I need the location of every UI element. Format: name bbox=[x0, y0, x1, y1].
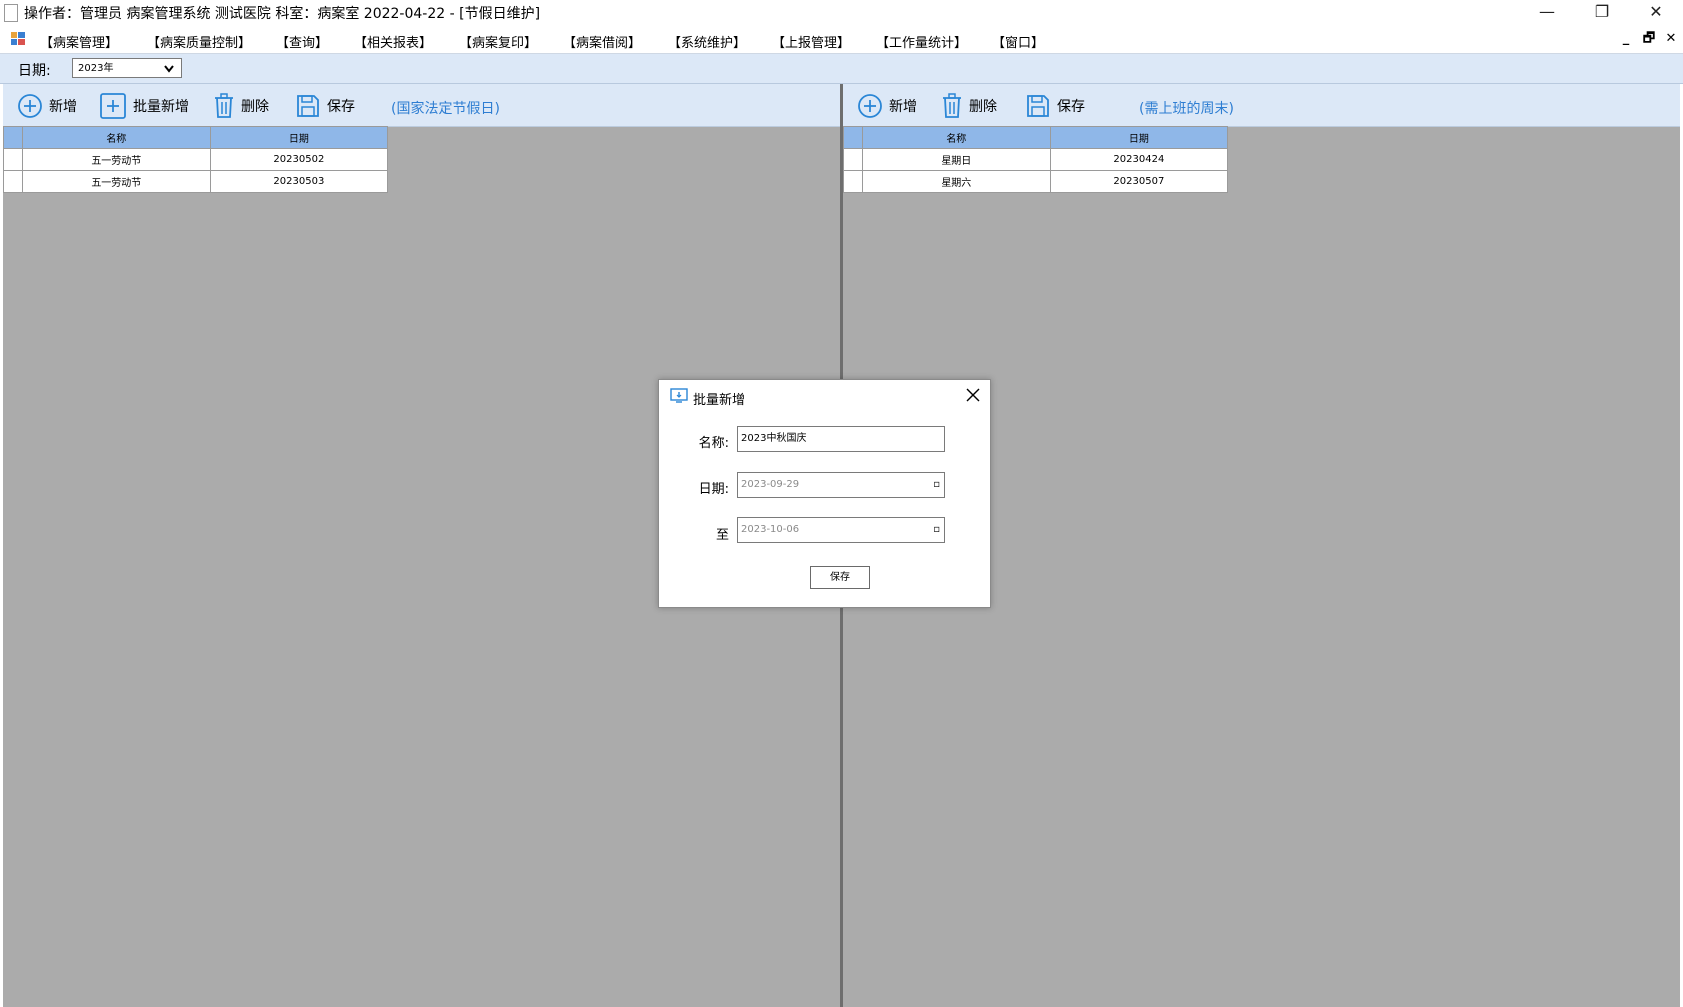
holiday-table: 名称 日期 五一劳动节 20230502 五一劳动节 20230503 bbox=[3, 126, 389, 193]
column-header-name[interactable]: 名称 bbox=[21, 126, 211, 149]
batch-add-dialog: 批量新增 名称: 2023中秋国庆 日期: 2023-09-29 ▫ 至 202… bbox=[658, 379, 991, 608]
date-from-label: 日期: bbox=[698, 482, 729, 497]
dialog-title: 批量新增 bbox=[693, 393, 746, 408]
calendar-icon[interactable]: ▫ bbox=[933, 518, 940, 542]
table-header-row: 名称 日期 bbox=[3, 126, 389, 149]
table-row[interactable]: 五一劳动节 20230503 bbox=[3, 170, 389, 193]
dialog-window-icon bbox=[670, 388, 688, 403]
cell-name[interactable]: 五一劳动节 bbox=[21, 148, 211, 171]
menu-window[interactable]: 【窗口】 bbox=[992, 32, 1044, 51]
mdi-minimize-button[interactable]: _ bbox=[1617, 30, 1635, 48]
holiday-hint: (国家法定节假日) bbox=[391, 101, 500, 117]
workday-toolbar: 新增 删除 保存 (需上班的周末) bbox=[843, 84, 1680, 127]
menu-record-copy[interactable]: 【病案复印】 bbox=[459, 32, 537, 51]
holiday-delete-button[interactable]: 删除 bbox=[213, 92, 269, 120]
menu-system-maintenance[interactable]: 【系统维护】 bbox=[668, 32, 746, 51]
workday-add-label: 新增 bbox=[889, 99, 917, 115]
row-header-corner bbox=[3, 126, 23, 149]
table-row[interactable]: 五一劳动节 20230502 bbox=[3, 148, 389, 171]
app-icon bbox=[4, 4, 18, 22]
cell-date[interactable]: 20230424 bbox=[1049, 148, 1229, 171]
calendar-icon[interactable]: ▫ bbox=[933, 473, 940, 497]
menu-quality-control[interactable]: 【病案质量控制】 bbox=[147, 32, 251, 51]
date-label: 日期: bbox=[18, 63, 51, 79]
title-bar: 操作者：管理员 病案管理系统 测试医院 科室：病案室 2022-04-22 - … bbox=[0, 0, 1683, 26]
workday-save-button[interactable]: 保存 bbox=[1025, 92, 1085, 120]
row-header[interactable] bbox=[3, 148, 23, 171]
save-icon bbox=[297, 95, 319, 117]
cell-name[interactable]: 星期六 bbox=[861, 170, 1051, 193]
date-from-picker[interactable]: 2023-09-29 ▫ bbox=[737, 472, 945, 498]
row-header[interactable] bbox=[843, 170, 863, 193]
menu-record-management[interactable]: 【病案管理】 bbox=[40, 32, 118, 51]
plus-circle-icon bbox=[18, 94, 42, 118]
holiday-add-label: 新增 bbox=[49, 99, 77, 115]
workday-hint: (需上班的周末) bbox=[1139, 101, 1234, 117]
cell-date[interactable]: 20230507 bbox=[1049, 170, 1229, 193]
menu-reports[interactable]: 【相关报表】 bbox=[354, 32, 432, 51]
save-icon bbox=[1027, 95, 1049, 117]
menu-bar: 【病案管理】 【病案质量控制】 【查询】 【相关报表】 【病案复印】 【病案借阅… bbox=[0, 26, 1683, 54]
workday-save-label: 保存 bbox=[1057, 99, 1085, 115]
cell-name[interactable]: 五一劳动节 bbox=[21, 170, 211, 193]
year-select-value: 2023年 bbox=[78, 63, 114, 74]
workday-delete-button[interactable]: 删除 bbox=[941, 92, 997, 120]
cell-name[interactable]: 星期日 bbox=[861, 148, 1051, 171]
column-header-date[interactable]: 日期 bbox=[1049, 126, 1229, 149]
restore-button[interactable]: ❐ bbox=[1575, 0, 1629, 26]
holiday-batch-add-button[interactable]: 批量新增 bbox=[99, 92, 189, 120]
menu-query[interactable]: 【查询】 bbox=[276, 32, 328, 51]
plus-circle-icon bbox=[858, 94, 882, 118]
date-from-value: 2023-09-29 bbox=[741, 479, 800, 490]
plus-square-icon bbox=[100, 93, 126, 119]
column-header-name[interactable]: 名称 bbox=[861, 126, 1051, 149]
row-header[interactable] bbox=[843, 148, 863, 171]
table-row[interactable]: 星期日 20230424 bbox=[843, 148, 1229, 171]
date-to-picker[interactable]: 2023-10-06 ▫ bbox=[737, 517, 945, 543]
workday-delete-label: 删除 bbox=[969, 99, 997, 115]
window-title: 操作者：管理员 病案管理系统 测试医院 科室：病案室 2022-04-22 - … bbox=[24, 6, 541, 22]
date-filter-bar: 日期: 2023年 bbox=[0, 54, 1683, 84]
holiday-delete-label: 删除 bbox=[241, 99, 269, 115]
holiday-batch-add-label: 批量新增 bbox=[133, 99, 189, 115]
trash-icon bbox=[215, 93, 233, 118]
row-header-corner bbox=[843, 126, 863, 149]
table-row[interactable]: 星期六 20230507 bbox=[843, 170, 1229, 193]
chevron-down-icon bbox=[163, 59, 175, 86]
holiday-save-button[interactable]: 保存 bbox=[295, 92, 355, 120]
mdi-close-button[interactable]: ✕ bbox=[1662, 30, 1680, 48]
name-input[interactable]: 2023中秋国庆 bbox=[737, 426, 945, 452]
mdi-restore-button[interactable]: 🗗 bbox=[1640, 30, 1658, 48]
holiday-save-label: 保存 bbox=[327, 99, 355, 115]
close-button[interactable]: ✕ bbox=[1629, 0, 1683, 26]
row-header[interactable] bbox=[3, 170, 23, 193]
holiday-toolbar: 新增 批量新增 删除 保存 (国家法定节假日) bbox=[3, 84, 840, 127]
dialog-save-button[interactable]: 保存 bbox=[810, 566, 870, 589]
workday-add-button[interactable]: 新增 bbox=[857, 92, 917, 120]
holiday-add-button[interactable]: 新增 bbox=[17, 92, 77, 120]
year-select[interactable]: 2023年 bbox=[72, 58, 182, 78]
minimize-button[interactable]: — bbox=[1520, 0, 1574, 26]
menu-reporting[interactable]: 【上报管理】 bbox=[772, 32, 850, 51]
trash-icon bbox=[943, 93, 961, 118]
cell-date[interactable]: 20230503 bbox=[209, 170, 389, 193]
name-label: 名称: bbox=[698, 436, 729, 451]
app-logo-icon bbox=[11, 32, 25, 45]
workday-table: 名称 日期 星期日 20230424 星期六 20230507 bbox=[843, 126, 1229, 193]
menu-record-borrow[interactable]: 【病案借阅】 bbox=[563, 32, 641, 51]
date-to-value: 2023-10-06 bbox=[741, 524, 800, 535]
column-header-date[interactable]: 日期 bbox=[209, 126, 389, 149]
menu-workload-stats[interactable]: 【工作量统计】 bbox=[876, 32, 967, 51]
date-to-label: 至 bbox=[715, 528, 729, 543]
cell-date[interactable]: 20230502 bbox=[209, 148, 389, 171]
close-icon[interactable] bbox=[964, 386, 982, 404]
table-header-row: 名称 日期 bbox=[843, 126, 1229, 149]
